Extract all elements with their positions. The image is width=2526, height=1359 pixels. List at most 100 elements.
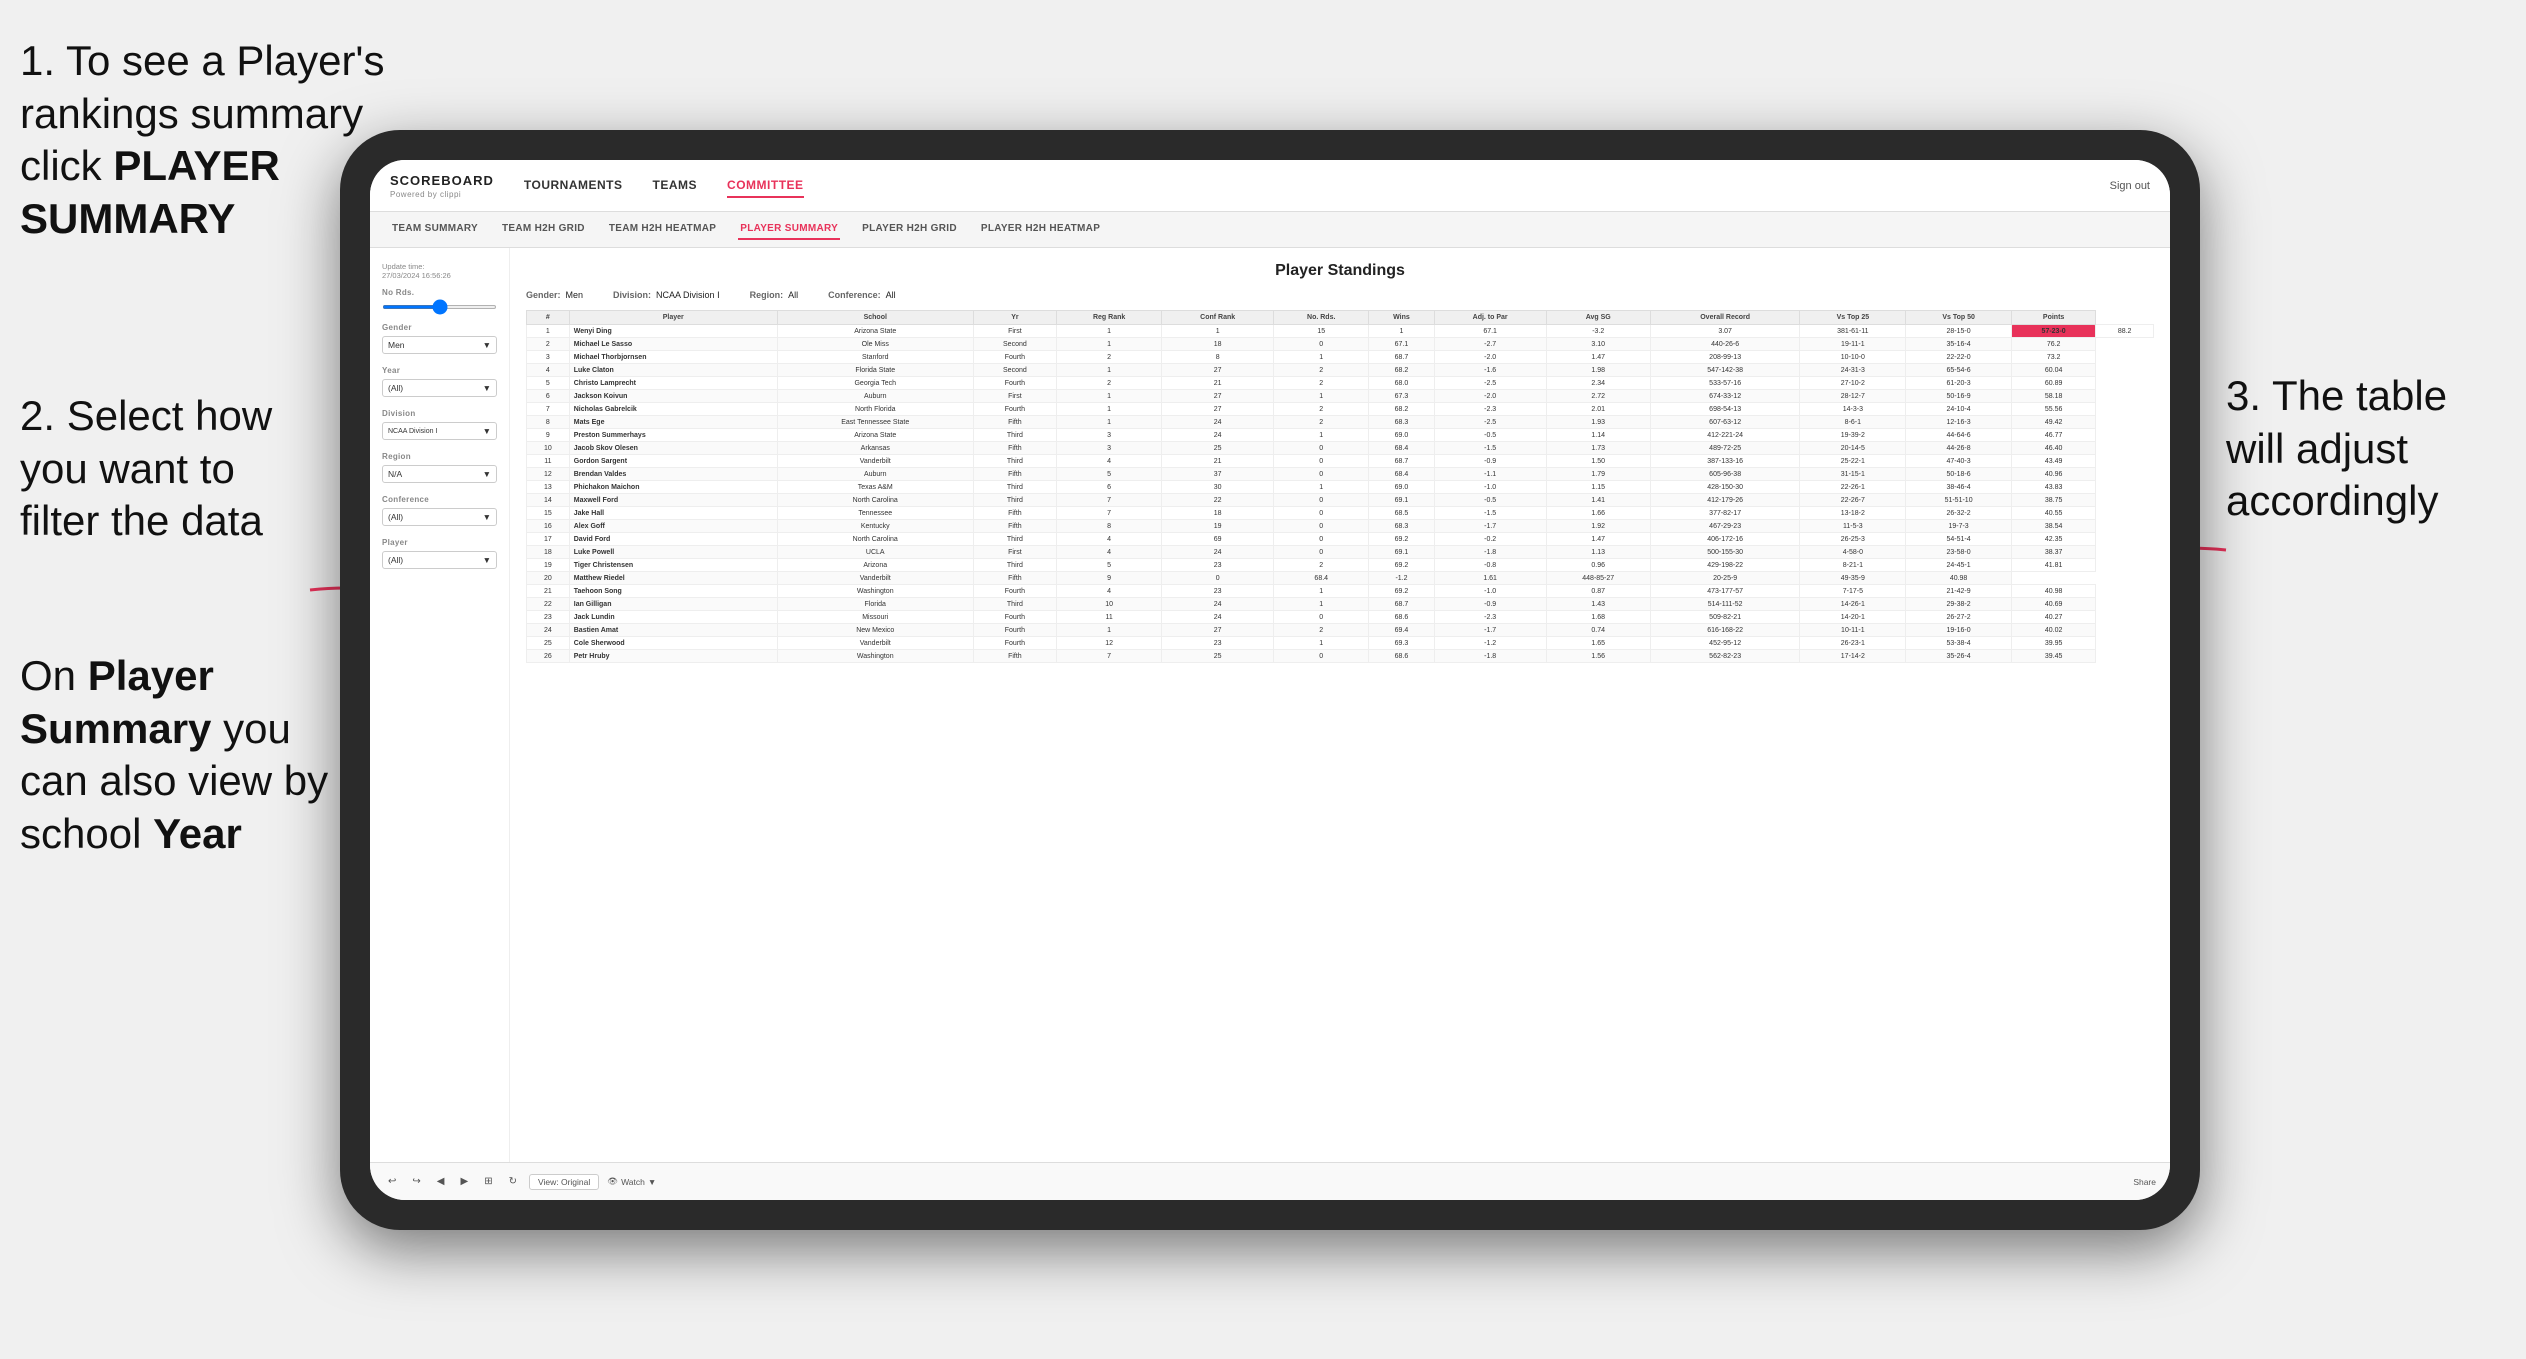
table-row[interactable]: 8Mats EgeEast Tennessee StateFifth124268…: [527, 416, 2154, 429]
table-row[interactable]: 26Petr HrubyWashingtonFifth725068.6-1.81…: [527, 650, 2154, 663]
player-select[interactable]: (All) ▼: [382, 551, 497, 569]
table-row[interactable]: 21Taehoon SongWashingtonFourth423169.2-1…: [527, 585, 2154, 598]
table-row[interactable]: 23Jack LundinMissouriFourth1124068.6-2.3…: [527, 611, 2154, 624]
gender-select[interactable]: Men ▼: [382, 336, 497, 354]
instruction-4: On Player Summary you can also view by s…: [20, 650, 330, 860]
col-reg-rank: Reg Rank: [1057, 311, 1162, 325]
sidebar-no-rds: No Rds.: [382, 288, 497, 311]
refresh-button[interactable]: ↻: [505, 1174, 521, 1189]
instruction-3: 3. The table will adjust accordingly: [2226, 370, 2506, 528]
watch-button[interactable]: 👁 Watch ▼: [607, 1176, 656, 1187]
table-row[interactable]: 14Maxwell FordNorth CarolinaThird722069.…: [527, 494, 2154, 507]
step3-text: 3. The table will adjust accordingly: [2226, 372, 2447, 524]
division-select[interactable]: NCAA Division I ▼: [382, 422, 497, 440]
subnav-team-h2h-grid[interactable]: TEAM H2H GRID: [500, 219, 587, 240]
copy-button[interactable]: ⊞: [480, 1174, 496, 1189]
table-row[interactable]: 9Preston SummerhaysArizona StateThird324…: [527, 429, 2154, 442]
share-label: Share: [2133, 1177, 2156, 1187]
tablet-screen: SCOREBOARD Powered by clippi TOURNAMENTS…: [370, 160, 2170, 1200]
table-body: 1Wenyi DingArizona StateFirst1115167.1-3…: [527, 325, 2154, 663]
table-row[interactable]: 12Brendan ValdesAuburnFifth537068.4-1.11…: [527, 468, 2154, 481]
update-date: 27/03/2024 16:56:26: [382, 271, 497, 280]
filter-conference: Conference: All: [828, 290, 896, 300]
conference-label: Conference: [382, 495, 497, 504]
no-rds-label: No Rds.: [382, 288, 497, 297]
filter-region: Region: All: [750, 290, 799, 300]
col-top50: Vs Top 50: [1906, 311, 2012, 325]
col-no-rds: No. Rds.: [1274, 311, 1369, 325]
col-school: School: [777, 311, 973, 325]
table-row[interactable]: 6Jackson KoivunAuburnFirst127167.3-2.02.…: [527, 390, 2154, 403]
view-button[interactable]: View: Original: [529, 1174, 599, 1190]
nav-right: Sign out: [2110, 180, 2150, 192]
conference-select[interactable]: (All) ▼: [382, 508, 497, 526]
update-time: Update time: 27/03/2024 16:56:26: [382, 262, 497, 280]
nav-committee[interactable]: COMMITTEE: [727, 174, 804, 198]
col-player: Player: [569, 311, 777, 325]
subnav-team-h2h-heatmap[interactable]: TEAM H2H HEATMAP: [607, 219, 718, 240]
table-row[interactable]: 1Wenyi DingArizona StateFirst1115167.1-3…: [527, 325, 2154, 338]
sidebar-year: Year (All) ▼: [382, 366, 497, 397]
filter-gender: Gender: Men: [526, 290, 583, 300]
bottom-toolbar: ↩ ↪ ◀ ▶ ⊞ ↻ View: Original 👁 Watch ▼ Sha…: [370, 1162, 2170, 1200]
share-button[interactable]: Share: [2133, 1177, 2156, 1187]
no-rds-slider[interactable]: [382, 305, 497, 309]
table-row[interactable]: 5Christo LamprechtGeorgia TechFourth2212…: [527, 377, 2154, 390]
table-row[interactable]: 2Michael Le SassoOle MissSecond118067.1-…: [527, 338, 2154, 351]
table-row[interactable]: 16Alex GoffKentuckyFifth819068.3-1.71.92…: [527, 520, 2154, 533]
table-row[interactable]: 17David FordNorth CarolinaThird469069.2-…: [527, 533, 2154, 546]
step4-title: On: [20, 652, 88, 699]
table-title: Player Standings: [526, 262, 2154, 280]
instruction-2: 2. Select how you want to filter the dat…: [20, 390, 320, 548]
sign-out-link[interactable]: Sign out: [2110, 180, 2150, 192]
subnav-player-h2h-grid[interactable]: PLAYER H2H GRID: [860, 219, 959, 240]
step2-text: 2. Select how you want to filter the dat…: [20, 392, 272, 544]
filter-row: Gender: Men Division: NCAA Division I Re…: [526, 290, 2154, 300]
undo-button[interactable]: ↩: [384, 1174, 400, 1189]
table-row[interactable]: 3Michael ThorbjornsenStanfordFourth28168…: [527, 351, 2154, 364]
table-area: Player Standings Gender: Men Division: N…: [510, 248, 2170, 1162]
sidebar-gender: Gender Men ▼: [382, 323, 497, 354]
sidebar-division: Division NCAA Division I ▼: [382, 409, 497, 440]
nav-teams[interactable]: TEAMS: [653, 174, 698, 198]
table-row[interactable]: 4Luke ClatonFlorida StateSecond127268.2-…: [527, 364, 2154, 377]
table-row[interactable]: 20Matthew RiedelVanderbiltFifth9068.4-1.…: [527, 572, 2154, 585]
region-select[interactable]: N/A ▼: [382, 465, 497, 483]
redo-button[interactable]: ↪: [408, 1174, 424, 1189]
region-label: Region: [382, 452, 497, 461]
subnav-team-summary[interactable]: TEAM SUMMARY: [390, 219, 480, 240]
table-row[interactable]: 15Jake HallTennesseeFifth718068.5-1.51.6…: [527, 507, 2154, 520]
filter-division: Division: NCAA Division I: [613, 290, 720, 300]
logo-sub: Powered by clippi: [390, 190, 494, 199]
table-row[interactable]: 11Gordon SargentVanderbiltThird421068.7-…: [527, 455, 2154, 468]
step4-bold2: Year: [153, 810, 242, 857]
subnav-player-h2h-heatmap[interactable]: PLAYER H2H HEATMAP: [979, 219, 1102, 240]
subnav-player-summary[interactable]: PLAYER SUMMARY: [738, 219, 840, 240]
nav-tournaments[interactable]: TOURNAMENTS: [524, 174, 623, 198]
table-row[interactable]: 24Bastien AmatNew MexicoFourth127269.4-1…: [527, 624, 2154, 637]
table-row[interactable]: 7Nicholas GabrelcikNorth FloridaFourth12…: [527, 403, 2154, 416]
table-row[interactable]: 13Phichakon MaichonTexas A&MThird630169.…: [527, 481, 2154, 494]
col-yr: Yr: [973, 311, 1056, 325]
update-label: Update time:: [382, 262, 497, 271]
table-row[interactable]: 10Jacob Skov OlesenArkansasFifth325068.4…: [527, 442, 2154, 455]
col-points: Points: [2011, 311, 2095, 325]
col-adj: Adj. to Par: [1434, 311, 1546, 325]
table-row[interactable]: 22Ian GilliganFloridaThird1024168.7-0.91…: [527, 598, 2154, 611]
col-wins: Wins: [1369, 311, 1434, 325]
logo-text: SCOREBOARD: [390, 173, 494, 188]
table-row[interactable]: 25Cole SherwoodVanderbiltFourth1223169.3…: [527, 637, 2154, 650]
forward-button[interactable]: ▶: [456, 1174, 472, 1189]
col-top25: Vs Top 25: [1800, 311, 1906, 325]
table-row[interactable]: 19Tiger ChristensenArizonaThird523269.2-…: [527, 559, 2154, 572]
table-row[interactable]: 18Luke PowellUCLAFirst424069.1-1.81.1350…: [527, 546, 2154, 559]
standings-table: # Player School Yr Reg Rank Conf Rank No…: [526, 310, 2154, 663]
table-header: # Player School Yr Reg Rank Conf Rank No…: [527, 311, 2154, 325]
gender-label: Gender: [382, 323, 497, 332]
nav-bar: SCOREBOARD Powered by clippi TOURNAMENTS…: [370, 160, 2170, 212]
division-label: Division: [382, 409, 497, 418]
year-select[interactable]: (All) ▼: [382, 379, 497, 397]
back-button[interactable]: ◀: [433, 1174, 449, 1189]
col-avg-sg: Avg SG: [1546, 311, 1650, 325]
main-content: Update time: 27/03/2024 16:56:26 No Rds.…: [370, 248, 2170, 1162]
